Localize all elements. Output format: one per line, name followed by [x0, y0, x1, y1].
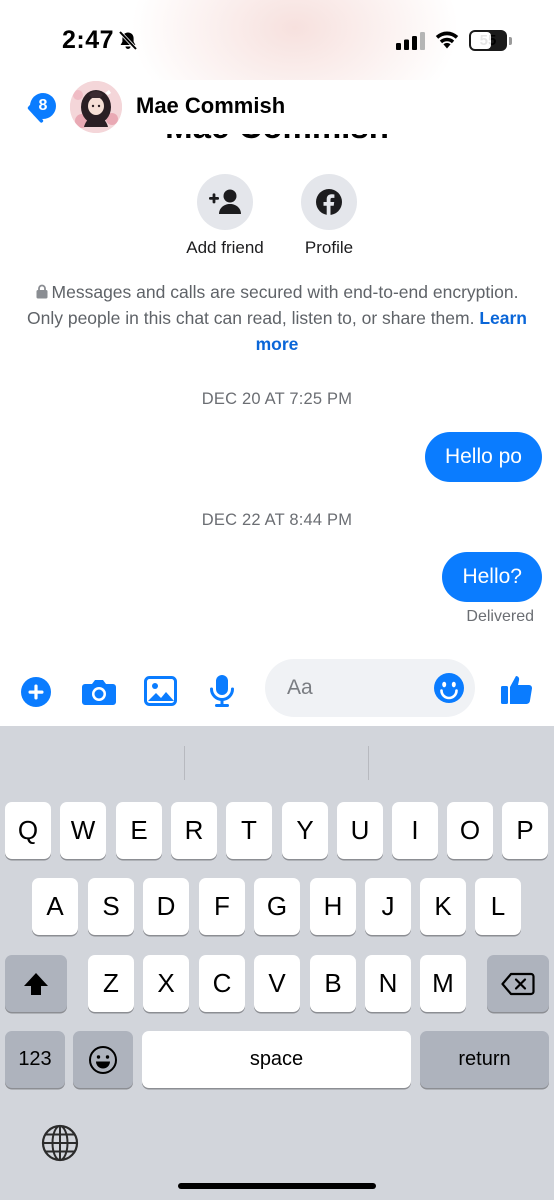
key-y[interactable]: Y — [282, 802, 328, 859]
backspace-key[interactable] — [487, 955, 549, 1012]
message-timestamp: DEC 20 AT 7:25 PM — [201, 390, 353, 408]
key-d[interactable]: D — [143, 878, 189, 935]
message-timestamp: DEC 22 AT 8:44 PM — [201, 511, 353, 529]
add-friend-button[interactable]: Add friend — [165, 174, 285, 258]
key-e[interactable]: E — [116, 802, 162, 859]
key-x[interactable]: X — [143, 955, 189, 1012]
message-input[interactable]: Aa — [265, 659, 475, 717]
space-key[interactable]: space — [142, 1031, 411, 1088]
wifi-icon — [435, 31, 459, 49]
bell-slash-icon — [118, 30, 138, 51]
key-h[interactable]: H — [310, 878, 356, 935]
shift-key[interactable] — [5, 955, 67, 1012]
key-o[interactable]: O — [447, 802, 493, 859]
key-z[interactable]: Z — [88, 955, 134, 1012]
key-r[interactable]: R — [171, 802, 217, 859]
key-k[interactable]: K — [420, 878, 466, 935]
home-indicator — [178, 1183, 376, 1189]
emoji-key[interactable] — [73, 1031, 133, 1088]
encryption-text: Messages and calls are secured with end-… — [27, 282, 519, 328]
thumbs-up-icon[interactable] — [500, 672, 534, 706]
facebook-icon — [316, 189, 342, 216]
add-friend-icon — [209, 189, 241, 214]
microphone-icon[interactable] — [209, 674, 235, 708]
key-i[interactable]: I — [392, 802, 438, 859]
key-v[interactable]: V — [254, 955, 300, 1012]
key-p[interactable]: P — [502, 802, 548, 859]
camera-icon[interactable] — [81, 677, 117, 707]
message-bubble[interactable]: Hello po — [424, 432, 542, 482]
avatar[interactable] — [70, 81, 122, 133]
encryption-notice: Messages and calls are secured with end-… — [20, 279, 534, 357]
key-c[interactable]: C — [199, 955, 245, 1012]
key-s[interactable]: S — [88, 878, 134, 935]
key-m[interactable]: M — [420, 955, 466, 1012]
key-j[interactable]: J — [365, 878, 411, 935]
key-f[interactable]: F — [199, 878, 245, 935]
key-t[interactable]: T — [226, 802, 272, 859]
lock-icon — [36, 284, 48, 299]
image-icon[interactable] — [144, 676, 177, 706]
shift-icon — [24, 972, 48, 995]
profile-label: Profile — [304, 238, 354, 257]
status-bar: 2:47 55 — [0, 0, 554, 140]
key-u[interactable]: U — [337, 802, 383, 859]
message-input-placeholder: Aa — [287, 676, 313, 699]
header-contact-name[interactable]: Mae Commish — [136, 93, 285, 119]
profile-button[interactable]: Profile — [269, 174, 389, 258]
battery-icon: 55 — [469, 30, 507, 51]
key-q[interactable]: Q — [5, 802, 51, 859]
return-key[interactable]: return — [420, 1031, 549, 1088]
numbers-key[interactable]: 123 — [5, 1031, 65, 1088]
back-badge[interactable]: 8 — [30, 93, 56, 119]
key-b[interactable]: B — [310, 955, 356, 1012]
delivery-status: Delivered — [466, 608, 534, 625]
emoji-icon[interactable] — [433, 672, 465, 704]
add-friend-label: Add friend — [186, 238, 264, 257]
emoji-key-icon — [89, 1045, 117, 1074]
globe-icon[interactable] — [40, 1123, 80, 1163]
battery-level: 55 — [479, 32, 497, 49]
key-a[interactable]: A — [32, 878, 78, 935]
status-time: 2:47 — [62, 26, 115, 54]
message-bubble[interactable]: Hello? — [442, 552, 542, 602]
signal-icon — [396, 32, 425, 50]
key-g[interactable]: G — [254, 878, 300, 935]
key-w[interactable]: W — [60, 802, 106, 859]
key-l[interactable]: L — [475, 878, 521, 935]
key-n[interactable]: N — [365, 955, 411, 1012]
backspace-icon — [501, 972, 535, 995]
plus-icon[interactable] — [20, 676, 52, 708]
message-composer: Aa — [0, 656, 554, 726]
